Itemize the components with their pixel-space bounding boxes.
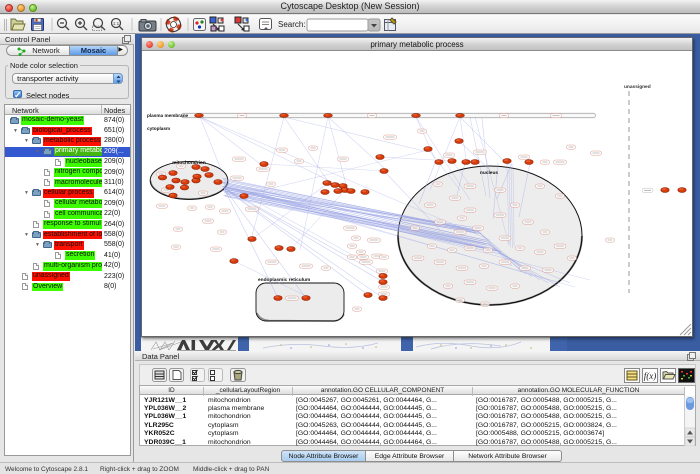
svg-text:plasma membrane: plasma membrane — [147, 113, 189, 118]
svg-text:cytoplasm: cytoplasm — [147, 126, 170, 131]
svg-text:endoplasmic reticulum: endoplasmic reticulum — [258, 277, 310, 283]
svg-text:Search:: Search: — [278, 20, 306, 29]
svg-text:1:1: 1:1 — [113, 21, 120, 26]
svg-text:mitochondrion: mitochondrion — [172, 160, 206, 166]
svg-text:f(x): f(x) — [644, 371, 657, 381]
svg-text:nucleus: nucleus — [480, 170, 498, 176]
svg-text:unassigned: unassigned — [624, 84, 651, 90]
